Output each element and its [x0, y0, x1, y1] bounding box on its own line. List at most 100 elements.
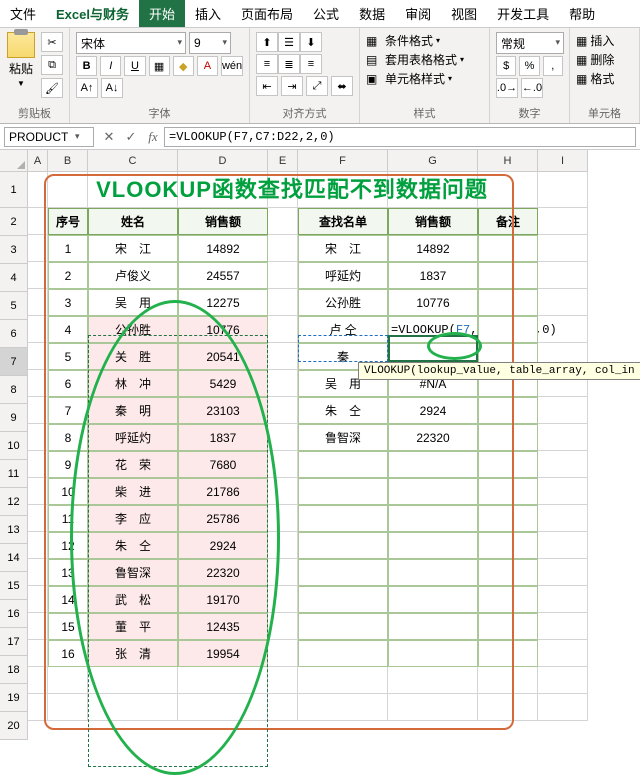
enter-formula-button[interactable]: ✓ — [120, 129, 142, 145]
column-header[interactable]: I — [538, 150, 588, 172]
cell[interactable] — [538, 532, 588, 559]
cell[interactable] — [538, 613, 588, 640]
format-as-table-button[interactable]: ▤套用表格格式▾ — [366, 51, 483, 68]
tab-developer[interactable]: 开发工具 — [487, 0, 559, 27]
increase-font-button[interactable]: A↑ — [76, 78, 98, 98]
cell[interactable] — [538, 640, 588, 667]
cell[interactable] — [538, 289, 588, 316]
row-header[interactable]: 2 — [0, 208, 28, 236]
font-color-button[interactable]: A — [197, 56, 218, 76]
tab-file[interactable]: 文件 — [0, 0, 46, 27]
row-header[interactable]: 20 — [0, 712, 28, 740]
cell[interactable] — [538, 172, 588, 208]
cell[interactable] — [538, 208, 588, 235]
format-painter-button[interactable]: 🖌 — [41, 78, 63, 98]
column-header[interactable]: C — [88, 150, 178, 172]
tab-help[interactable]: 帮助 — [559, 0, 605, 27]
tab-formulas[interactable]: 公式 — [303, 0, 349, 27]
cell[interactable] — [538, 478, 588, 505]
fill-color-button[interactable]: ◆ — [173, 56, 194, 76]
row-header[interactable]: 15 — [0, 572, 28, 600]
paste-button[interactable]: 粘贴 ▼ — [6, 32, 36, 88]
align-bottom-button[interactable]: ⬇ — [300, 32, 322, 52]
cell[interactable] — [538, 505, 588, 532]
name-box-input[interactable] — [5, 130, 75, 144]
font-name-combo[interactable]: 宋体 — [76, 32, 186, 54]
cancel-formula-button[interactable]: ✕ — [98, 129, 120, 145]
phonetic-button[interactable]: wén — [221, 56, 243, 76]
cell[interactable] — [538, 559, 588, 586]
bold-button[interactable]: B — [76, 56, 97, 76]
cell[interactable] — [538, 262, 588, 289]
cell[interactable] — [538, 235, 588, 262]
number-format-combo[interactable]: 常规 — [496, 32, 564, 54]
conditional-format-button[interactable]: ▦条件格式▾ — [366, 32, 483, 49]
border-button[interactable]: ▦ — [149, 56, 170, 76]
row-header[interactable]: 14 — [0, 544, 28, 572]
decrease-indent-button[interactable]: ⇤ — [256, 76, 278, 96]
row-header[interactable]: 9 — [0, 404, 28, 432]
currency-button[interactable]: $ — [496, 56, 516, 76]
align-top-button[interactable]: ⬆ — [256, 32, 278, 52]
merge-button[interactable]: ⬌ — [331, 76, 353, 96]
tab-insert[interactable]: 插入 — [185, 0, 231, 27]
tab-review[interactable]: 审阅 — [395, 0, 441, 27]
row-header[interactable]: 19 — [0, 684, 28, 712]
cell[interactable] — [538, 451, 588, 478]
column-header[interactable]: A — [28, 150, 48, 172]
row-header[interactable]: 12 — [0, 488, 28, 516]
column-header[interactable]: B — [48, 150, 88, 172]
column-header[interactable]: G — [388, 150, 478, 172]
column-header[interactable]: E — [268, 150, 298, 172]
comma-button[interactable]: , — [543, 56, 563, 76]
italic-button[interactable]: I — [100, 56, 121, 76]
row-header[interactable]: 5 — [0, 292, 28, 320]
tab-data[interactable]: 数据 — [349, 0, 395, 27]
align-center-button[interactable]: ≣ — [278, 54, 300, 74]
tab-custom[interactable]: Excel与财务 — [46, 0, 139, 27]
row-header[interactable]: 7 — [0, 348, 28, 376]
cell-styles-button[interactable]: ▣单元格样式▾ — [366, 70, 483, 87]
orientation-button[interactable]: ⤢ — [306, 76, 328, 96]
format-cells-button[interactable]: ▦格式 — [576, 70, 633, 87]
insert-cells-button[interactable]: ▦插入 — [576, 32, 633, 49]
copy-button[interactable]: ⧉ — [41, 55, 63, 75]
column-header[interactable]: D — [178, 150, 268, 172]
cell[interactable] — [538, 586, 588, 613]
row-header[interactable]: 11 — [0, 460, 28, 488]
column-header[interactable]: F — [298, 150, 388, 172]
underline-button[interactable]: U — [124, 56, 145, 76]
row-header[interactable]: 8 — [0, 376, 28, 404]
row-header[interactable]: 10 — [0, 432, 28, 460]
row-header[interactable]: 13 — [0, 516, 28, 544]
row-header[interactable]: 6 — [0, 320, 28, 348]
increase-indent-button[interactable]: ⇥ — [281, 76, 303, 96]
tab-page-layout[interactable]: 页面布局 — [231, 0, 303, 27]
align-middle-button[interactable]: ☰ — [278, 32, 300, 52]
tab-home[interactable]: 开始 — [139, 0, 185, 27]
tab-view[interactable]: 视图 — [441, 0, 487, 27]
font-size-combo[interactable]: 9 — [189, 32, 231, 54]
cell[interactable] — [538, 667, 588, 694]
row-header[interactable]: 17 — [0, 628, 28, 656]
decrease-font-button[interactable]: A↓ — [101, 78, 123, 98]
column-header[interactable]: H — [478, 150, 538, 172]
select-all-button[interactable] — [0, 150, 28, 172]
row-header[interactable]: 3 — [0, 236, 28, 264]
cell[interactable] — [538, 397, 588, 424]
align-left-button[interactable]: ≡ — [256, 54, 278, 74]
row-header[interactable]: 18 — [0, 656, 28, 684]
percent-button[interactable]: % — [519, 56, 539, 76]
name-box[interactable] — [4, 127, 94, 147]
row-header[interactable]: 4 — [0, 264, 28, 292]
row-header[interactable]: 16 — [0, 600, 28, 628]
formula-input[interactable]: =VLOOKUP(F7,C7:D22,2,0) — [164, 127, 636, 147]
worksheet-grid[interactable]: ABCDEFGHI 123456789101112131415161718192… — [0, 150, 640, 740]
delete-cells-button[interactable]: ▦删除 — [576, 51, 633, 68]
cell[interactable] — [538, 694, 588, 721]
decrease-decimal-button[interactable]: ←.0 — [521, 78, 543, 98]
increase-decimal-button[interactable]: .0→ — [496, 78, 518, 98]
cell[interactable] — [538, 424, 588, 451]
cut-button[interactable]: ✂ — [41, 32, 63, 52]
row-header[interactable]: 1 — [0, 172, 28, 208]
